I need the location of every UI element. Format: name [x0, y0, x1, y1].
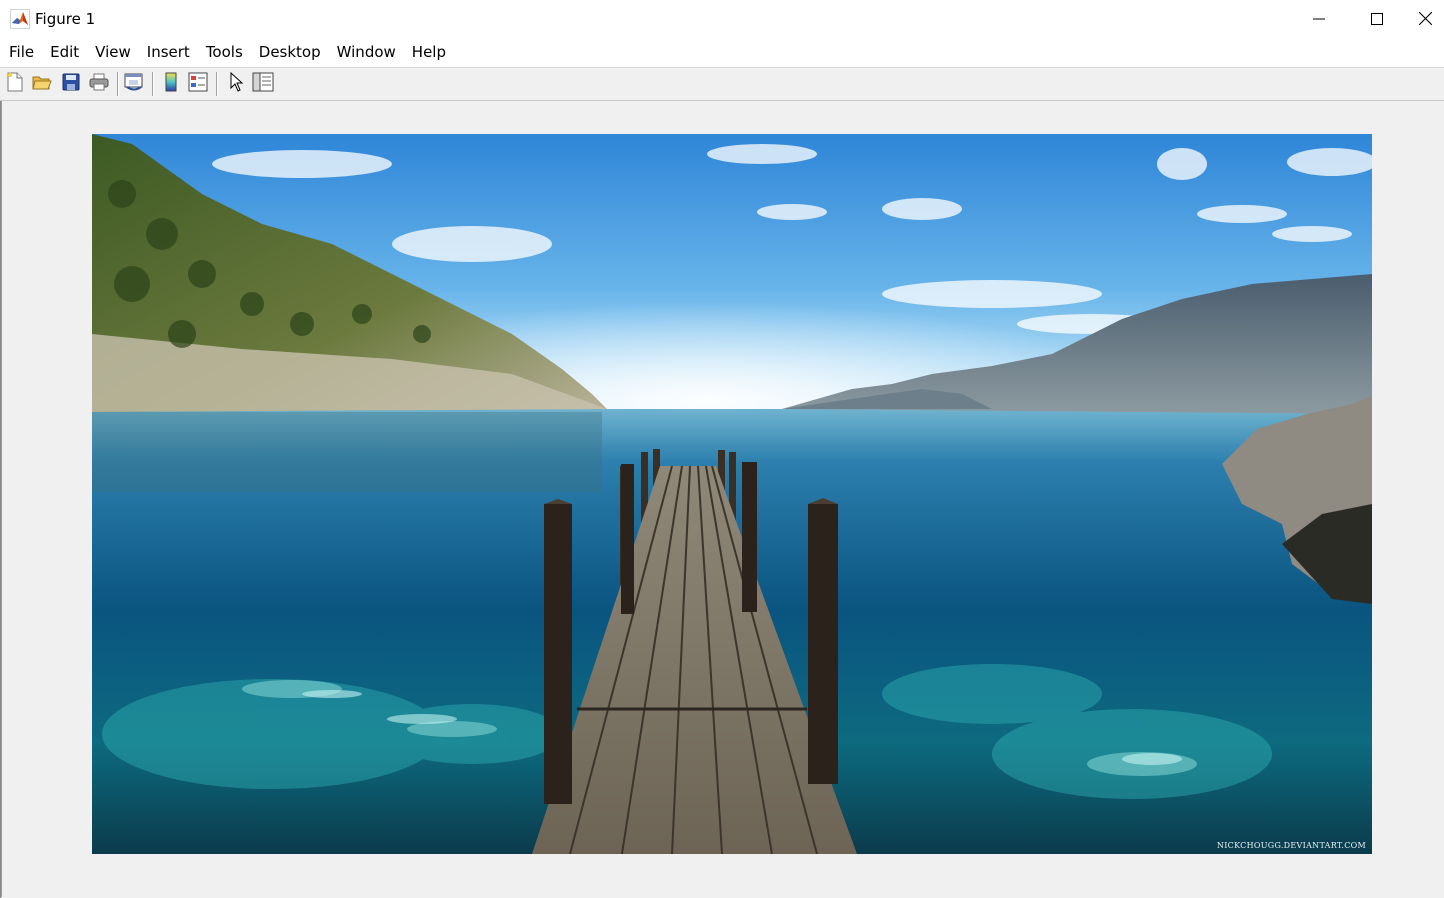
save-icon: [62, 73, 80, 95]
new-figure-button[interactable]: [4, 72, 26, 96]
print-button[interactable]: [88, 73, 110, 95]
menu-bar: File Edit View Insert Tools Desktop Wind…: [0, 37, 1444, 68]
minimize-button[interactable]: [1290, 0, 1348, 37]
link-plot-icon: [123, 72, 145, 96]
new-figure-icon: [6, 72, 24, 96]
menu-window[interactable]: Window: [329, 37, 404, 67]
image-display[interactable]: NICKCHOUGG.DEVIANTART.COM: [92, 134, 1372, 854]
toolbar-separator: [152, 72, 154, 96]
menu-file[interactable]: File: [0, 37, 42, 67]
maximize-button[interactable]: [1348, 0, 1406, 37]
matlab-icon: [10, 9, 30, 29]
menu-view[interactable]: View: [87, 37, 139, 67]
open-file-button[interactable]: [31, 73, 53, 95]
insert-colorbar-icon: [164, 72, 178, 96]
figure-toolbar: [0, 68, 1444, 101]
minimize-icon: [1313, 13, 1325, 25]
pier-seascape-image: [92, 134, 1372, 854]
menu-desktop[interactable]: Desktop: [251, 37, 329, 67]
insert-colorbar-button[interactable]: [160, 72, 182, 96]
maximize-icon: [1371, 12, 1383, 25]
open-file-icon: [32, 73, 52, 95]
image-watermark: NICKCHOUGG.DEVIANTART.COM: [1216, 841, 1366, 850]
menu-tools[interactable]: Tools: [198, 37, 251, 67]
menu-insert[interactable]: Insert: [139, 37, 198, 67]
close-icon: [1418, 12, 1432, 25]
insert-legend-icon: [188, 72, 208, 96]
window-title: Figure 1: [35, 10, 96, 28]
menu-edit[interactable]: Edit: [42, 37, 87, 67]
title-bar[interactable]: Figure 1: [0, 0, 1444, 37]
close-button[interactable]: [1406, 0, 1444, 37]
edit-plot-cursor-icon: [229, 71, 244, 96]
menu-help[interactable]: Help: [404, 37, 454, 67]
print-icon: [89, 73, 109, 95]
insert-legend-button[interactable]: [187, 72, 209, 96]
toolbar-separator: [117, 72, 119, 96]
save-button[interactable]: [60, 73, 82, 95]
edit-plot-button[interactable]: [225, 71, 247, 96]
link-plot-button[interactable]: [123, 73, 145, 95]
property-inspector-icon: [252, 72, 274, 96]
property-inspector-button[interactable]: [252, 72, 274, 96]
toolbar-separator: [216, 72, 218, 96]
